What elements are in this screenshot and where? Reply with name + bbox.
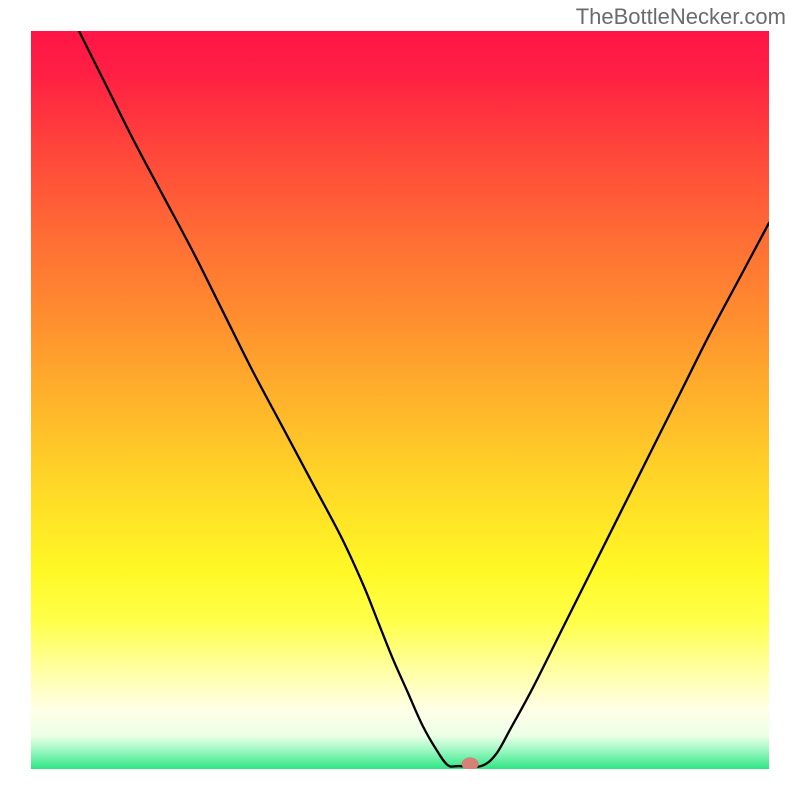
- chart-container: TheBottleNecker.com: [0, 0, 800, 800]
- watermark-text: TheBottleNecker.com: [576, 4, 786, 30]
- chart-background: [31, 31, 769, 769]
- chart-plot: [31, 31, 769, 769]
- chart-svg: [31, 31, 769, 769]
